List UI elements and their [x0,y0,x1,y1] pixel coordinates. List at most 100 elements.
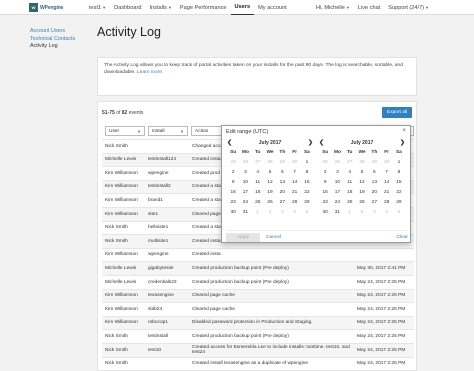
table-row[interactable]: Kim Williamson slab24 Cleared page cache Ma… [102,302,414,316]
calendar-day[interactable]: 6 [368,168,380,178]
nav-item-hi-michelle[interactable]: Hi, Michelle ▼ [312,0,354,15]
export-all-button[interactable]: Export all [382,107,412,118]
calendar-day[interactable]: 17 [331,188,343,198]
calendar-day[interactable]: 5 [264,168,276,178]
calendar-day[interactable]: 25 [344,198,356,208]
chevron-left-icon[interactable]: ❮ [227,139,232,148]
table-row[interactable]: Nick Smith test10 Created access for Esmer… [102,343,414,357]
calendar-day[interactable]: 25 [252,198,264,208]
calendar-day[interactable]: 26 [356,198,368,208]
calendar-day[interactable]: 28 [356,158,368,168]
calendar-day[interactable]: 16 [227,188,239,198]
nav-item-my-account[interactable]: My account [254,0,291,15]
sidebar-item-activity-log[interactable]: Activity Log [30,43,75,51]
calendar-day[interactable]: 28 [288,198,300,208]
calendar-day[interactable]: 25 [319,158,331,168]
calendar-day[interactable]: 2 [264,208,276,218]
calendar-day[interactable]: 26 [239,158,251,168]
cancel-button[interactable]: Cancel [266,235,281,240]
calendar-day[interactable]: 23 [319,198,331,208]
calendar-day[interactable]: 15 [301,178,313,188]
table-row[interactable]: Nick Smith Created install texasengine as… [102,356,414,371]
calendar-day[interactable]: 19 [356,188,368,198]
table-row[interactable]: Kim Williamson robocop1 Disabled password … [102,315,414,330]
nav-item-live-chat[interactable]: Live chat [354,0,384,15]
table-row[interactable]: Michelle Lewis gigabytesite Created produc… [102,261,414,275]
learn-more-link[interactable]: Learn more. [137,70,163,75]
calendar-day[interactable]: 9 [319,178,331,188]
calendar-day[interactable]: 20 [368,188,380,198]
calendar-day[interactable]: 17 [239,188,251,198]
table-row[interactable]: Kim Williamson texasengine Cleared page ca… [102,288,414,303]
calendar-day[interactable]: 6 [276,168,288,178]
calendar-day[interactable]: 31 [331,208,343,218]
calendar-day[interactable]: 3 [276,208,288,218]
calendar-day[interactable]: 28 [380,198,392,208]
calendar-day[interactable]: 30 [319,208,331,218]
calendar-day[interactable]: 19 [264,188,276,198]
calendar-day[interactable]: 11 [344,178,356,188]
calendar-day[interactable]: 22 [301,188,313,198]
calendar-day[interactable]: 18 [252,188,264,198]
calendar-day[interactable]: 10 [331,178,343,188]
calendar-day[interactable]: 8 [301,168,313,178]
calendar-day[interactable]: 8 [393,168,405,178]
table-row[interactable]: Michelle Lewis credentials23 Created produ… [102,275,414,289]
calendar-day[interactable]: 1 [344,208,356,218]
calendar-day[interactable]: 20 [276,188,288,198]
calendar-day[interactable]: 30 [227,208,239,218]
calendar-day[interactable]: 14 [380,178,392,188]
nav-item-users[interactable]: Users [230,0,255,15]
calendar-day[interactable]: 24 [239,198,251,208]
close-icon[interactable]: × [402,128,406,134]
chevron-right-icon[interactable]: ❯ [400,139,405,148]
calendar-day[interactable]: 21 [380,188,392,198]
user-filter-select[interactable]: User ▼ [105,126,145,136]
calendar-day[interactable]: 7 [380,168,392,178]
calendar-day[interactable]: 16 [319,188,331,198]
calendar-day[interactable]: 30 [288,158,300,168]
calendar-day[interactable]: 29 [276,158,288,168]
table-row[interactable]: Nick Smith testinstall Created production … [102,329,414,343]
nav-item-dashboard[interactable]: Dashboard [110,0,145,15]
clear-button[interactable]: Clear [397,235,408,240]
chevron-left-icon[interactable]: ❮ [319,139,324,148]
calendar-day[interactable]: 27 [368,198,380,208]
calendar-day[interactable]: 2 [227,168,239,178]
calendar-day[interactable]: 10 [239,178,251,188]
calendar-day[interactable]: 14 [288,178,300,188]
calendar-day[interactable]: 12 [356,178,368,188]
calendar-day[interactable]: 29 [368,158,380,168]
calendar-day[interactable]: 7 [288,168,300,178]
nav-item-support-24-7[interactable]: Support (24/7) ▼ [384,0,433,15]
calendar-day[interactable]: 23 [227,198,239,208]
calendar-day[interactable]: 26 [264,198,276,208]
calendar-day[interactable]: 24 [331,198,343,208]
calendar-day[interactable]: 13 [276,178,288,188]
calendar-day[interactable]: 27 [344,158,356,168]
nav-item-page-performance[interactable]: Page Performance [176,0,231,15]
apply-button[interactable]: Apply [226,233,260,242]
calendar-day[interactable]: 4 [380,208,392,218]
sidebar-item-account-users[interactable]: Account Users [30,28,75,36]
calendar-day[interactable]: 11 [252,178,264,188]
calendar-day[interactable]: 25 [227,158,239,168]
calendar-day[interactable]: 4 [252,168,264,178]
calendar-day[interactable]: 12 [264,178,276,188]
calendar-day[interactable]: 27 [252,158,264,168]
calendar-day[interactable]: 1 [252,208,264,218]
calendar-day[interactable]: 9 [227,178,239,188]
nav-item-test1[interactable]: test1 ▼ [85,0,110,15]
calendar-day[interactable]: 5 [301,208,313,218]
calendar-day[interactable]: 27 [276,198,288,208]
calendar-day[interactable]: 1 [301,158,313,168]
calendar-day[interactable]: 29 [301,198,313,208]
install-filter-select[interactable]: Install ▼ [148,126,188,136]
chevron-right-icon[interactable]: ❯ [308,139,313,148]
calendar-day[interactable]: 2 [356,208,368,218]
calendar-day[interactable]: 1 [393,158,405,168]
sidebar-item-technical-contacts[interactable]: Technical Contacts [30,36,75,44]
calendar-day[interactable]: 21 [288,188,300,198]
calendar-day[interactable]: 3 [239,168,251,178]
calendar-day[interactable]: 26 [331,158,343,168]
